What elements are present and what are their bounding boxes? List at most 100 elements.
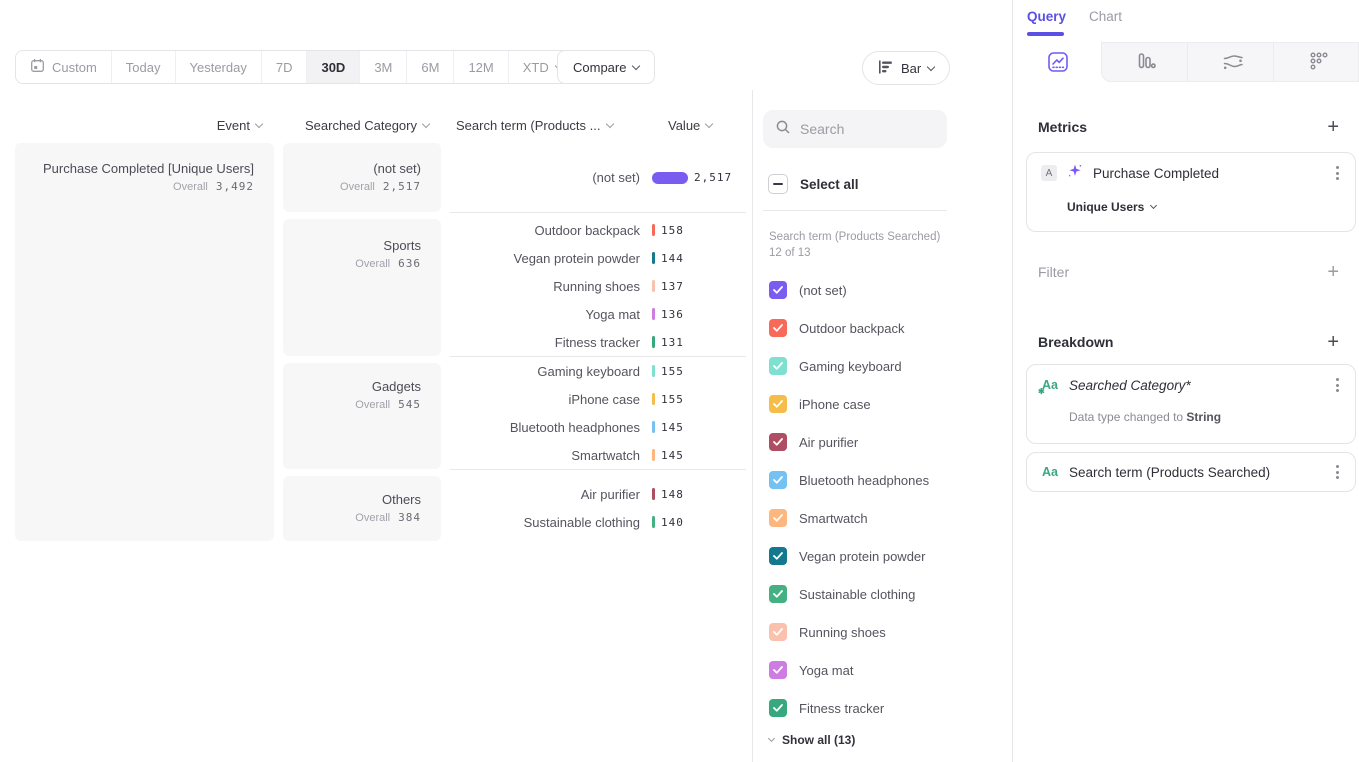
insights-icon[interactable] <box>1047 51 1069 78</box>
event-sparkle-icon <box>1067 163 1083 184</box>
date-range-7d[interactable]: 7D <box>262 51 308 83</box>
category-cell-not-set[interactable]: (not set) Overall2,517 <box>283 143 441 212</box>
chevron-down-icon <box>1150 202 1157 209</box>
date-range-yesterday[interactable]: Yesterday <box>176 51 262 83</box>
filter-group-label: Search term (Products Searched) 12 of 13 <box>769 229 941 261</box>
compare-button[interactable]: Compare <box>557 50 655 84</box>
kebab-menu-icon[interactable] <box>1334 164 1341 182</box>
date-range-6m[interactable]: 6M <box>407 51 454 83</box>
breakdown-card-searched-category[interactable]: Aa✱ Searched Category* Data type changed… <box>1026 364 1356 444</box>
checkbox-checked-icon <box>769 661 787 679</box>
checkbox-checked-icon <box>769 547 787 565</box>
value-bar <box>652 449 655 461</box>
table-row[interactable]: Gaming keyboard155 <box>450 357 746 385</box>
search-input[interactable] <box>800 121 930 137</box>
filter-item[interactable]: Air purifier <box>769 423 929 461</box>
breakdown-section-header: Breakdown + <box>1038 334 1339 350</box>
retention-icon[interactable] <box>1309 51 1329 76</box>
filter-item[interactable]: Bluetooth headphones <box>769 461 929 499</box>
date-range-12m[interactable]: 12M <box>454 51 508 83</box>
date-range-30d[interactable]: 30D <box>307 51 360 83</box>
chevron-down-icon <box>705 119 713 127</box>
table-row[interactable]: Yoga mat136 <box>450 300 746 328</box>
select-all-row[interactable]: Select all <box>768 174 859 194</box>
column-header-searched-category[interactable]: Searched Category <box>283 117 429 133</box>
checkbox-checked-icon <box>769 623 787 641</box>
checkbox-checked-icon <box>769 509 787 527</box>
table-row[interactable]: (not set) 2,517 <box>450 164 746 192</box>
filter-item[interactable]: Running shoes <box>769 613 929 651</box>
funnels-icon[interactable] <box>1135 51 1157 78</box>
chevron-down-icon <box>927 62 935 70</box>
date-range-custom[interactable]: Custom <box>16 51 112 83</box>
chevron-down-icon <box>632 61 640 69</box>
event-overall-value: 3,492 <box>216 178 254 196</box>
date-range-today[interactable]: Today <box>112 51 176 83</box>
filter-item[interactable]: Gaming keyboard <box>769 347 929 385</box>
data-type-note: Data type changed to String <box>1069 410 1221 424</box>
table-row[interactable]: Smartwatch145 <box>450 441 746 469</box>
table-row[interactable]: Bluetooth headphones145 <box>450 413 746 441</box>
category-cell-others[interactable]: Others Overall384 <box>283 476 441 541</box>
table-row[interactable]: Outdoor backpack158 <box>450 216 746 244</box>
chevron-down-icon <box>605 119 613 127</box>
date-range-selector: Custom Today Yesterday 7D 30D 3M 6M 12M … <box>15 50 577 84</box>
filter-item[interactable]: Smartwatch <box>769 499 929 537</box>
column-header-event[interactable]: Event <box>15 117 262 133</box>
filter-item[interactable]: Sustainable clothing <box>769 575 929 613</box>
kebab-menu-icon[interactable] <box>1334 463 1341 481</box>
kebab-menu-icon[interactable] <box>1334 376 1341 394</box>
table-row[interactable]: Vegan protein powder144 <box>450 244 746 272</box>
category-cell-gadgets[interactable]: Gadgets Overall545 <box>283 363 441 469</box>
chart-type-dropdown[interactable]: Bar <box>862 51 950 85</box>
filter-item[interactable]: Yoga mat <box>769 651 929 689</box>
string-type-icon: Aa✱ <box>1041 378 1059 392</box>
filter-item[interactable]: Outdoor backpack <box>769 309 929 347</box>
bar-chart-icon <box>878 60 894 77</box>
tab-query[interactable]: Query <box>1027 9 1066 24</box>
filter-item[interactable]: Fitness tracker <box>769 689 929 727</box>
category-cell-sports[interactable]: Sports Overall636 <box>283 219 441 356</box>
flows-icon[interactable] <box>1221 51 1245 78</box>
counting-method[interactable]: Unique Users <box>1067 200 1144 214</box>
value-bar <box>652 252 655 264</box>
search-box[interactable] <box>763 110 947 148</box>
filter-item[interactable]: (not set) <box>769 271 929 309</box>
table-row[interactable]: iPhone case155 <box>450 385 746 413</box>
value-bar <box>652 488 655 500</box>
breakdown-name: Search term (Products Searched) <box>1069 465 1324 480</box>
column-header-value[interactable]: Value <box>668 117 712 133</box>
checkbox-indeterminate-icon[interactable] <box>768 174 788 194</box>
table-row[interactable]: Air purifier148 <box>450 480 746 508</box>
event-cell[interactable]: Purchase Completed [Unique Users] Overal… <box>15 143 274 541</box>
term-group-not-set: (not set) 2,517 <box>450 143 746 212</box>
breakdown-name: Searched Category* <box>1069 378 1324 393</box>
add-filter-button[interactable]: + <box>1327 264 1339 280</box>
date-range-3m[interactable]: 3M <box>360 51 407 83</box>
legend-filter-panel: Select all Search term (Products Searche… <box>752 90 1012 762</box>
calendar-icon <box>30 58 45 76</box>
group-divider <box>450 469 746 470</box>
search-icon <box>775 119 791 140</box>
value-bar <box>652 308 655 320</box>
chevron-down-icon <box>422 119 430 127</box>
add-metric-button[interactable]: + <box>1327 119 1339 135</box>
value-bar <box>652 280 655 292</box>
checkbox-checked-icon <box>769 395 787 413</box>
show-all-button[interactable]: Show all (13) <box>769 733 855 747</box>
table-row[interactable]: Fitness tracker131 <box>450 328 746 356</box>
checkbox-checked-icon <box>769 471 787 489</box>
term-group-sports: Outdoor backpack158 Vegan protein powder… <box>450 216 746 356</box>
filter-item[interactable]: iPhone case <box>769 385 929 423</box>
table-row[interactable]: Sustainable clothing140 <box>450 508 746 536</box>
chevron-down-icon <box>255 119 263 127</box>
table-row[interactable]: Running shoes137 <box>450 272 746 300</box>
filter-item[interactable]: Vegan protein powder <box>769 537 929 575</box>
add-breakdown-button[interactable]: + <box>1327 334 1339 350</box>
metric-card[interactable]: A Purchase Completed Unique Users <box>1026 152 1356 232</box>
breakdown-card-search-term[interactable]: Aa Search term (Products Searched) <box>1026 452 1356 492</box>
tab-chart[interactable]: Chart <box>1089 9 1122 24</box>
column-header-search-term[interactable]: Search term (Products ... <box>456 117 613 133</box>
event-name: Purchase Completed [Unique Users] <box>43 160 254 178</box>
value-bar <box>652 393 655 405</box>
